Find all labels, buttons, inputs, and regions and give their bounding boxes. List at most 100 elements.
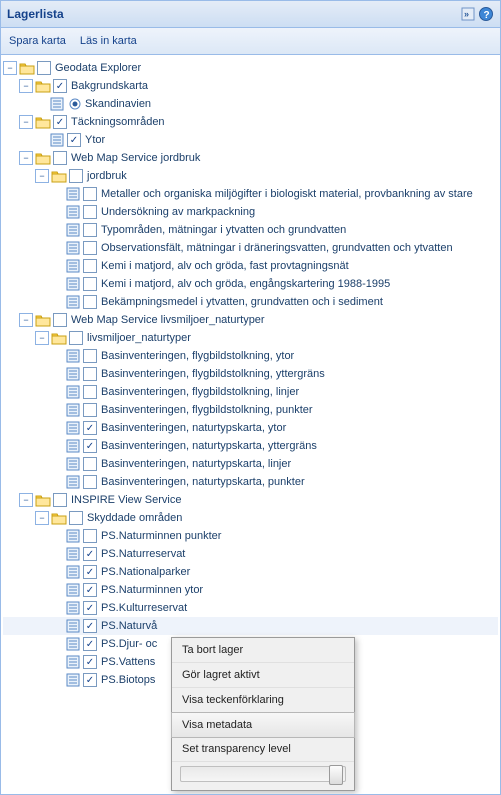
tree-node[interactable]: Basinventeringen, naturtypskarta, linjer (3, 455, 498, 473)
layer-checkbox[interactable] (83, 565, 97, 579)
expand-toggle[interactable]: − (19, 115, 33, 129)
layer-checkbox[interactable] (83, 295, 97, 309)
expand-toggle[interactable]: − (3, 61, 17, 75)
tree-node[interactable]: −livsmiljoer_naturtyper (3, 329, 498, 347)
expand-toggle[interactable]: − (35, 169, 49, 183)
layer-checkbox[interactable] (83, 223, 97, 237)
tree-node[interactable]: PS.Naturminnen punkter (3, 527, 498, 545)
layer-checkbox[interactable] (69, 331, 83, 345)
tree-node[interactable]: PS.Naturminnen ytor (3, 581, 498, 599)
tree-node[interactable]: −Skyddade områden (3, 509, 498, 527)
tree-node[interactable]: Basinventeringen, flygbildstolkning, yto… (3, 347, 498, 365)
context-menu-label: Visa metadata (182, 719, 252, 731)
tree-node[interactable]: Undersökning av markpackning (3, 203, 498, 221)
layer-icon (65, 348, 81, 364)
save-map-button[interactable]: Spara karta (9, 35, 66, 47)
layer-checkbox[interactable] (83, 367, 97, 381)
tree-node[interactable]: Basinventeringen, naturtypskarta, ytterg… (3, 437, 498, 455)
layer-checkbox[interactable] (83, 403, 97, 417)
tree-node[interactable]: −Geodata Explorer (3, 59, 498, 77)
slider-thumb[interactable] (329, 765, 343, 785)
tree-node[interactable]: − jordbruk (3, 167, 498, 185)
tree-node[interactable]: −Bakgrundskarta (3, 77, 498, 95)
radio-icon[interactable] (67, 96, 83, 112)
layer-checkbox[interactable] (83, 619, 97, 633)
layer-checkbox[interactable] (83, 583, 97, 597)
layer-checkbox[interactable] (83, 655, 97, 669)
layer-checkbox[interactable] (83, 205, 97, 219)
expand-toggle[interactable]: − (35, 511, 49, 525)
tree-node[interactable]: Basinventeringen, naturtypskarta, punkte… (3, 473, 498, 491)
tree-node[interactable]: PS.Naturreservat (3, 545, 498, 563)
tree-node[interactable]: Basinventeringen, naturtypskarta, ytor (3, 419, 498, 437)
context-menu-item[interactable]: Set transparency level (172, 737, 354, 762)
layer-icon (65, 672, 81, 688)
expand-toggle[interactable]: − (35, 331, 49, 345)
tree-node[interactable]: Ytor (3, 131, 498, 149)
layer-checkbox[interactable] (69, 511, 83, 525)
tree-node[interactable]: −Web Map Service jordbruk (3, 149, 498, 167)
tree-node[interactable]: PS.Kulturreservat (3, 599, 498, 617)
layer-checkbox[interactable] (53, 79, 67, 93)
layer-icon (65, 240, 81, 256)
layer-checkbox[interactable] (83, 241, 97, 255)
tree-node[interactable]: Skandinavien (3, 95, 498, 113)
layer-checkbox[interactable] (53, 115, 67, 129)
layer-checkbox[interactable] (53, 493, 67, 507)
tree-node-label: Bekämpningsmedel i ytvatten, grundvatten… (101, 296, 383, 308)
layer-checkbox[interactable] (53, 151, 67, 165)
tree-node[interactable]: Basinventeringen, flygbildstolkning, ytt… (3, 365, 498, 383)
tree-node[interactable]: −INSPIRE View Service (3, 491, 498, 509)
layer-checkbox[interactable] (37, 61, 51, 75)
layer-checkbox[interactable] (83, 475, 97, 489)
layer-checkbox[interactable] (83, 601, 97, 615)
layer-checkbox[interactable] (83, 673, 97, 687)
expand-toggle[interactable]: − (19, 79, 33, 93)
layer-checkbox[interactable] (83, 457, 97, 471)
tree-node[interactable]: Basinventeringen, flygbildstolkning, pun… (3, 401, 498, 419)
layer-checkbox[interactable] (83, 637, 97, 651)
tree-node-label: jordbruk (87, 170, 127, 182)
help-icon[interactable]: ? (478, 6, 494, 22)
layer-checkbox[interactable] (67, 133, 81, 147)
context-menu-item[interactable]: Gör lagret aktivt (172, 663, 354, 688)
tree-node[interactable]: −Web Map Service livsmiljoer_naturtyper (3, 311, 498, 329)
layer-checkbox[interactable] (83, 187, 97, 201)
layer-checkbox[interactable] (53, 313, 67, 327)
context-menu-item[interactable]: Visa teckenförklaring (172, 688, 354, 713)
tree-node[interactable]: Kemi i matjord, alv och gröda, fast prov… (3, 257, 498, 275)
tree-node-label: PS.Vattens (101, 656, 155, 668)
expand-toggle[interactable]: − (19, 493, 33, 507)
layer-checkbox[interactable] (83, 277, 97, 291)
tree-node-label: Observationsfält, mätningar i dränerings… (101, 242, 453, 254)
collapse-icon[interactable]: » (460, 6, 476, 22)
tree-node[interactable]: Basinventeringen, flygbildstolkning, lin… (3, 383, 498, 401)
tree-node[interactable]: −Täckningsområden (3, 113, 498, 131)
tree-node[interactable]: Observationsfält, mätningar i dränerings… (3, 239, 498, 257)
tree-node-label: PS.Naturminnen punkter (101, 530, 221, 542)
transparency-slider[interactable] (180, 766, 346, 782)
tree-node[interactable]: PS.Nationalparker (3, 563, 498, 581)
layer-checkbox[interactable] (83, 439, 97, 453)
load-map-button[interactable]: Läs in karta (80, 35, 137, 47)
layer-icon (49, 96, 65, 112)
layer-checkbox[interactable] (83, 259, 97, 273)
layer-icon (65, 654, 81, 670)
layer-checkbox[interactable] (83, 349, 97, 363)
tree-node[interactable]: Kemi i matjord, alv och gröda, engångska… (3, 275, 498, 293)
expand-toggle[interactable]: − (19, 151, 33, 165)
layer-checkbox[interactable] (69, 169, 83, 183)
context-menu-item[interactable]: Ta bort lager (172, 638, 354, 663)
layer-checkbox[interactable] (83, 421, 97, 435)
layer-checkbox[interactable] (83, 385, 97, 399)
tree-node[interactable]: Bekämpningsmedel i ytvatten, grundvatten… (3, 293, 498, 311)
expand-toggle[interactable]: − (19, 313, 33, 327)
folder-icon (51, 510, 67, 526)
tree-node[interactable]: Typområden, mätningar i ytvatten och gru… (3, 221, 498, 239)
context-menu-label: Ta bort lager (182, 644, 243, 656)
tree-node[interactable]: Metaller och organiska miljögifter i bio… (3, 185, 498, 203)
tree-node[interactable]: PS.Naturvå (3, 617, 498, 635)
layer-checkbox[interactable] (83, 529, 97, 543)
context-menu-item[interactable]: Visa metadata (171, 712, 355, 738)
layer-checkbox[interactable] (83, 547, 97, 561)
